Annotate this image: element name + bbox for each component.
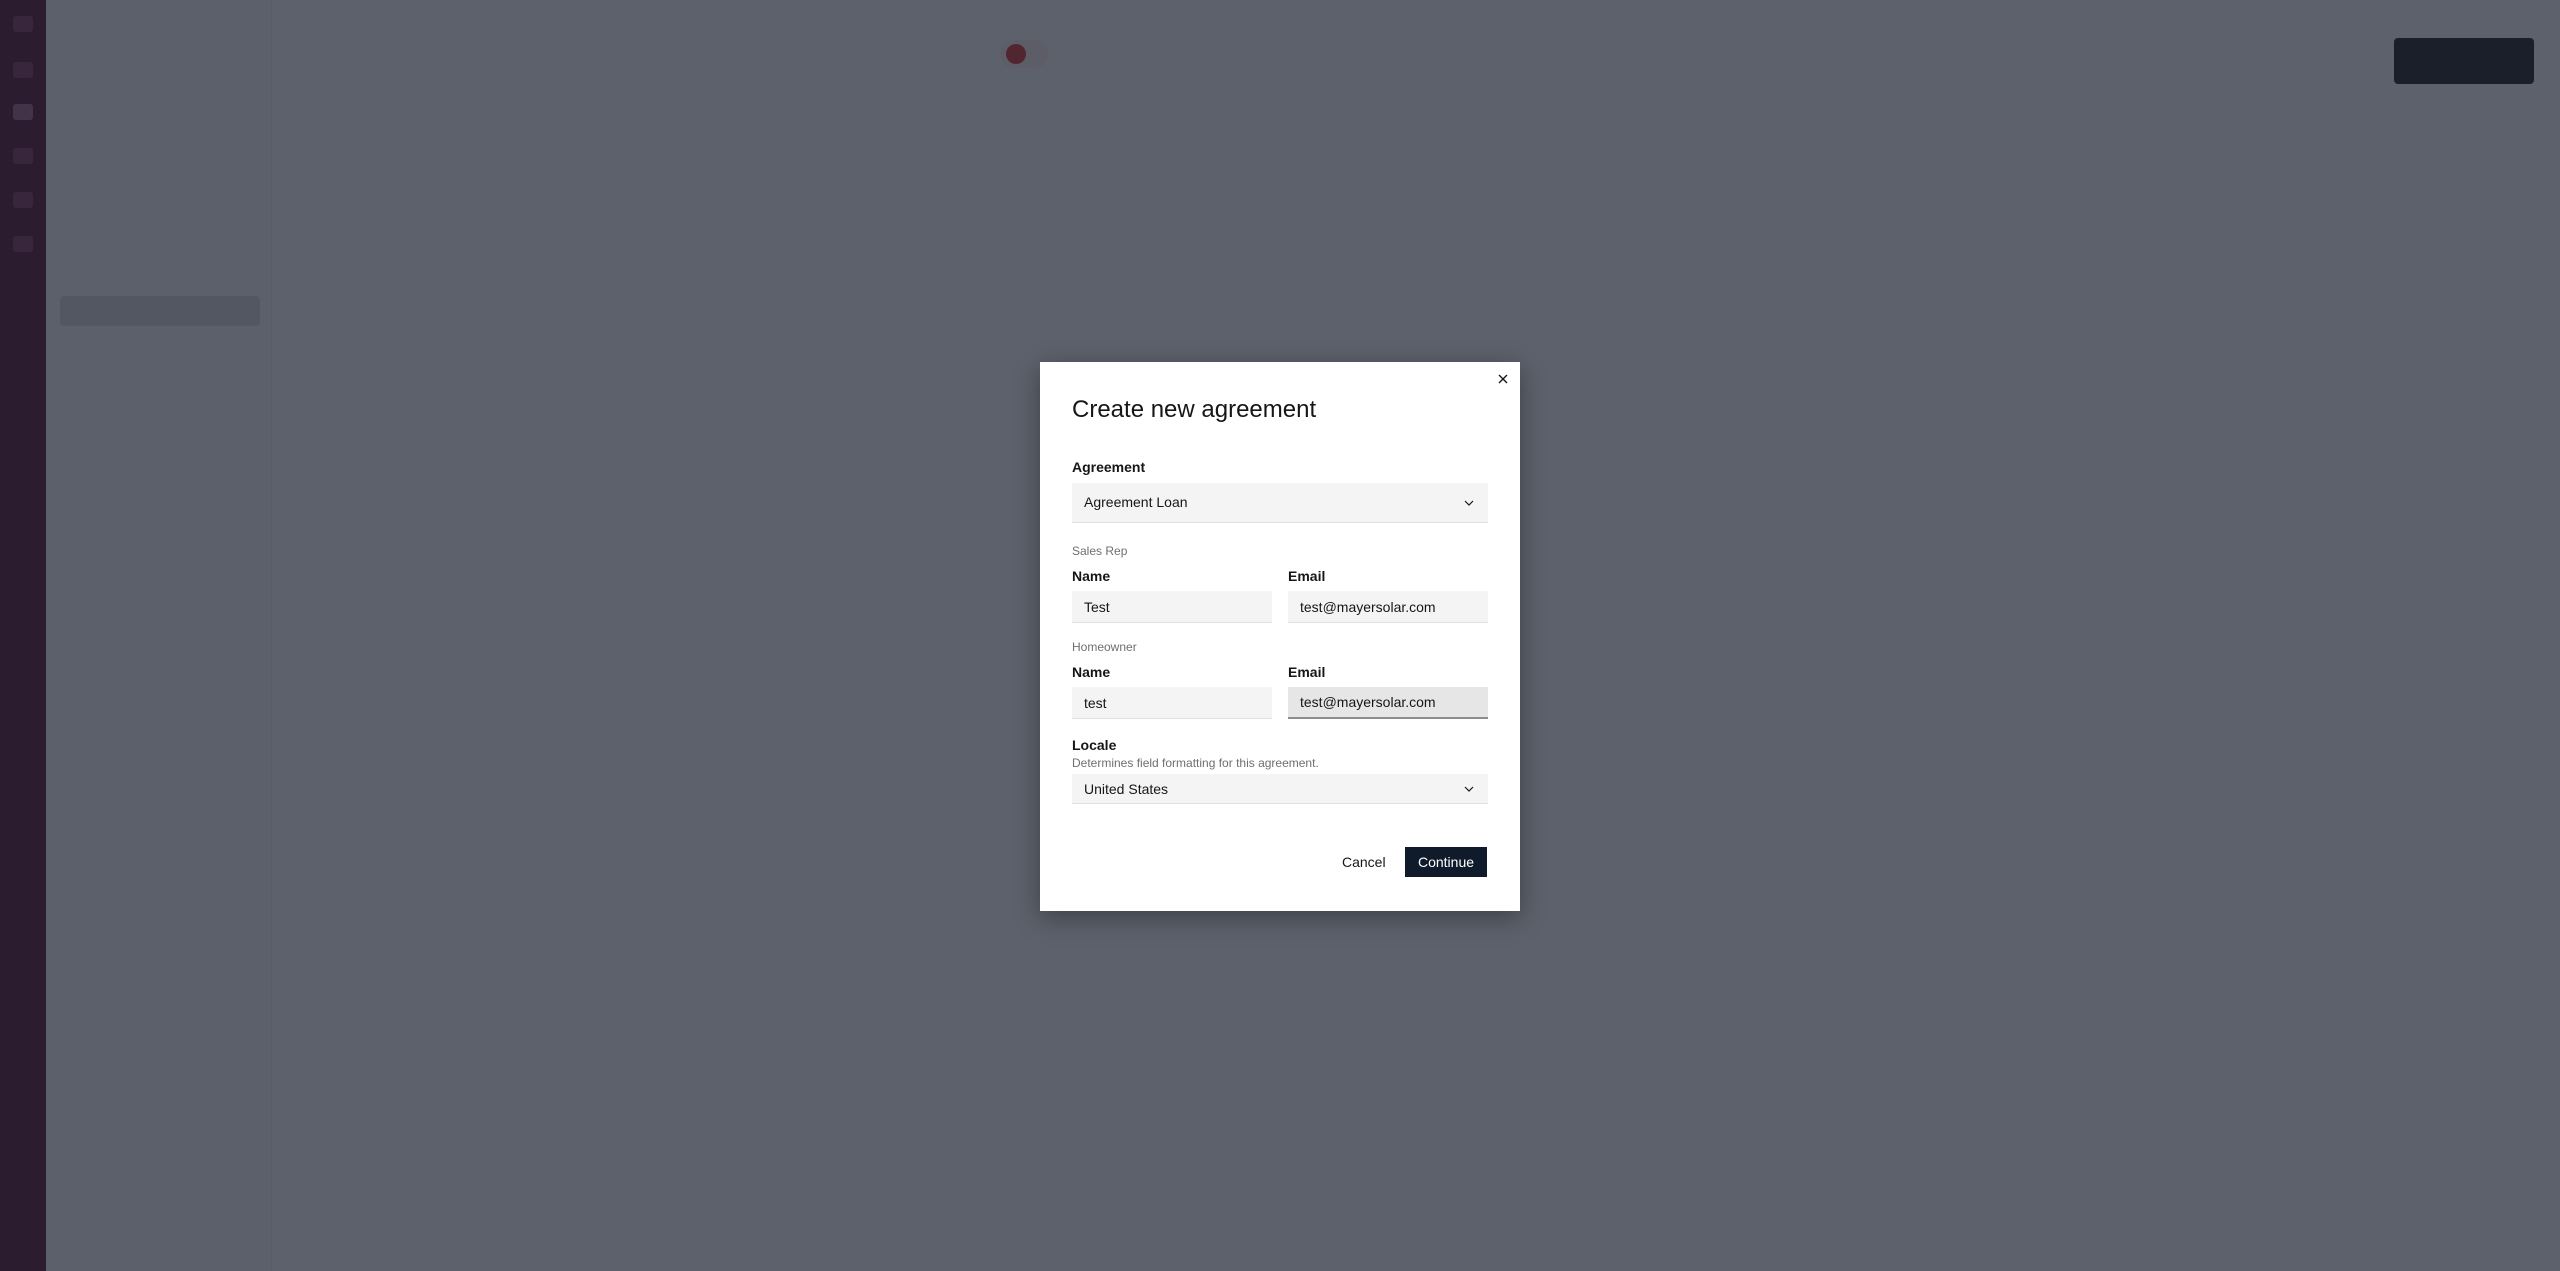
homeowner-name-label: Name bbox=[1072, 664, 1111, 680]
homeowner-name-input[interactable] bbox=[1072, 687, 1272, 719]
locale-label: Locale bbox=[1072, 737, 1117, 753]
agreement-select-value: Agreement Loan bbox=[1084, 494, 1188, 510]
create-agreement-modal: Create new agreement Agreement Agreement… bbox=[1040, 362, 1520, 911]
chevron-down-icon bbox=[1462, 496, 1476, 510]
sales-rep-section-label: Sales Rep bbox=[1072, 544, 1128, 558]
locale-select[interactable]: United States bbox=[1072, 774, 1488, 804]
sales-rep-name-input[interactable] bbox=[1072, 591, 1272, 623]
sales-rep-email-label: Email bbox=[1288, 568, 1326, 584]
homeowner-section-label: Homeowner bbox=[1072, 640, 1137, 654]
agreement-label: Agreement bbox=[1072, 459, 1146, 475]
close-icon[interactable] bbox=[1494, 370, 1512, 388]
agreement-select[interactable]: Agreement Loan bbox=[1072, 483, 1488, 523]
cancel-button[interactable]: Cancel bbox=[1332, 847, 1396, 877]
chevron-down-icon bbox=[1462, 782, 1476, 796]
locale-select-value: United States bbox=[1084, 781, 1169, 797]
sales-rep-email-input[interactable] bbox=[1288, 591, 1488, 623]
continue-button[interactable]: Continue bbox=[1405, 847, 1487, 877]
locale-helper-text: Determines field formatting for this agr… bbox=[1072, 756, 1319, 770]
modal-title: Create new agreement bbox=[1072, 396, 1317, 423]
homeowner-email-input[interactable] bbox=[1288, 687, 1488, 719]
homeowner-email-label: Email bbox=[1288, 664, 1326, 680]
sales-rep-name-label: Name bbox=[1072, 568, 1111, 584]
